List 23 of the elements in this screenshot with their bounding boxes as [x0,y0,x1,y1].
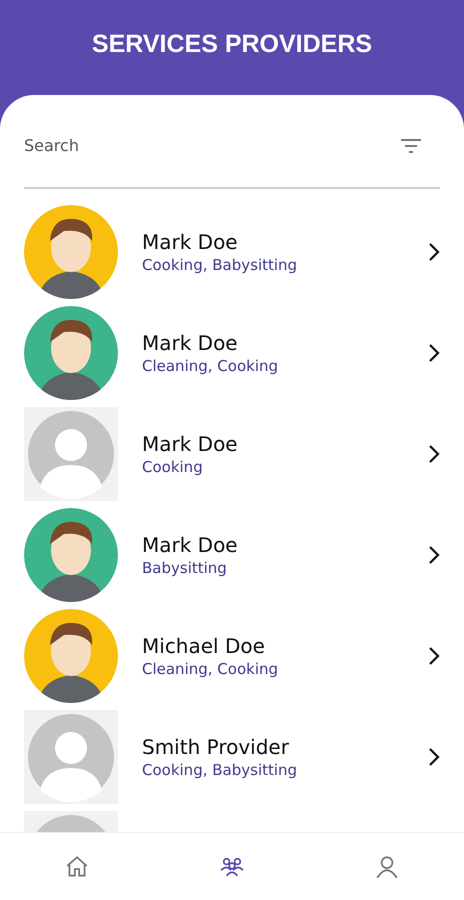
home-icon[interactable] [64,854,90,880]
profile-icon[interactable] [374,854,400,880]
chevron-right-icon[interactable] [428,746,440,766]
chevron-right-icon[interactable] [428,342,440,362]
provider-name: Michael Doe [142,632,266,658]
provider-name: Mark Doe [142,430,239,456]
provider-name: Mark Doe [142,330,239,356]
provider-name: Mark Doe [142,532,239,558]
filter-icon[interactable] [400,138,422,154]
provider-services: Cooking, Babysitting [142,760,298,780]
provider-services: Cleaning, Cooking [142,658,280,678]
provider-services: Cleaning, Cooking [142,356,280,376]
provider-name: Smith Provider [142,734,290,760]
chevron-right-icon[interactable] [428,544,440,564]
screen-title: SERVICES PROVIDERS [92,30,372,60]
chevron-right-icon[interactable] [428,646,440,666]
provider-name: Mark Doe [142,228,239,254]
chevron-right-icon[interactable] [428,444,440,464]
search-field[interactable]: Search [24,136,400,154]
provider-services: Babysitting [142,558,228,578]
provider-services: Cooking [142,456,204,476]
provider-services: Cooking, Babysitting [142,254,298,274]
chevron-right-icon[interactable] [428,242,440,262]
